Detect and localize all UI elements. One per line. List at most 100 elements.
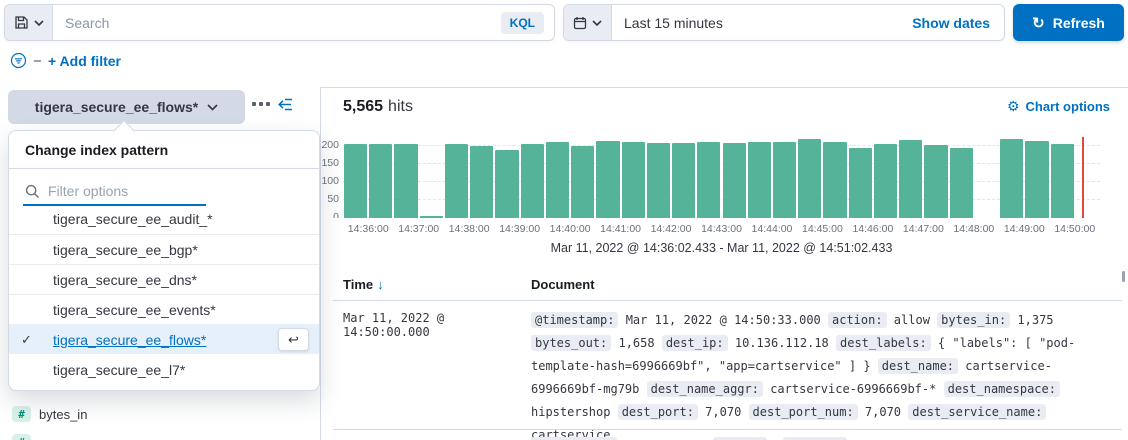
histogram-bar[interactable] — [546, 142, 569, 218]
chart-options-link[interactable]: ⚙ Chart options — [1007, 98, 1110, 115]
field-name-pill: bytes_in: — [937, 312, 1010, 328]
chart-y-axis: 050100150200 — [321, 139, 339, 218]
histogram-bar[interactable] — [899, 140, 922, 218]
x-tick-label: 14:39:00 — [499, 223, 540, 235]
x-tick-label: 14:36:00 — [348, 223, 389, 235]
hits-count: 5,565 — [343, 98, 383, 116]
y-tick-label: 200 — [321, 139, 339, 151]
histogram-plot — [343, 139, 1100, 218]
histogram-bar[interactable] — [394, 144, 417, 218]
histogram-bar[interactable] — [1051, 144, 1074, 218]
refresh-icon: ↻ — [1032, 14, 1045, 32]
field-name-pill: dest_ip: — [662, 335, 728, 351]
histogram-bar[interactable] — [823, 142, 846, 218]
x-tick-label: 14:44:00 — [752, 223, 793, 235]
x-tick-label: 14:47:00 — [903, 223, 944, 235]
chart-x-axis: 14:36:0014:37:0014:38:0014:39:0014:40:00… — [343, 223, 1100, 236]
query-bar: KQL Last 15 minutes Show dates ↻ Refresh — [4, 4, 1124, 41]
x-tick-label: 14:50:00 — [1054, 223, 1095, 235]
time-column-header[interactable]: Time ↓ — [343, 277, 531, 292]
index-pattern-label: tigera_secure_ee_flows* — [35, 99, 198, 115]
number-field-icon: # — [12, 406, 31, 422]
field-name-pill: dest_port: — [618, 404, 698, 420]
row-time: Mar 11, 2022 @ 14:50:00.000 — [343, 309, 531, 440]
index-pattern-option[interactable]: tigera_secure_ee_bgp* — [9, 234, 319, 264]
popover-search — [9, 169, 319, 206]
scrollbar[interactable] — [1122, 271, 1125, 282]
histogram-bar[interactable] — [924, 145, 947, 218]
histogram-bar[interactable] — [697, 142, 720, 218]
date-quick-menu-button[interactable] — [564, 5, 612, 40]
histogram-bar[interactable] — [521, 144, 544, 218]
sidebar-field-bytes-in[interactable]: # bytes_in — [12, 406, 87, 422]
header-divider — [333, 300, 1122, 301]
index-pattern-list: tigera_secure_ee_audit_* tigera_secure_ee… — [9, 204, 319, 384]
index-pattern-option[interactable]: tigera_secure_ee_events* — [9, 294, 319, 324]
histogram-bar[interactable] — [874, 144, 897, 218]
add-filter-link[interactable]: + Add filter — [48, 53, 121, 69]
time-range-value[interactable]: Last 15 minutes — [612, 15, 723, 31]
row-document: @timestamp: Mar 11, 2022 @ 14:50:33.000 … — [531, 309, 1116, 440]
filter-separator — [34, 60, 41, 62]
field-options-button[interactable] — [252, 102, 270, 106]
x-tick-label: 14:48:00 — [953, 223, 994, 235]
filter-icon[interactable] — [10, 52, 27, 69]
histogram-bar[interactable] — [647, 143, 670, 218]
show-dates-link[interactable]: Show dates — [912, 15, 1004, 31]
index-pattern-option[interactable]: tigera_secure_ee_dns* — [9, 264, 319, 294]
field-name-pill: dest_name: — [878, 358, 958, 374]
y-tick-label: 100 — [321, 175, 339, 187]
histogram-bar[interactable] — [445, 144, 468, 218]
results-panel: 5,565 hits ⚙ Chart options 050100150200 … — [320, 87, 1128, 440]
kql-badge[interactable]: KQL — [501, 12, 544, 34]
histogram-bar[interactable] — [773, 142, 796, 218]
histogram-bar[interactable] — [622, 142, 645, 218]
current-time-marker — [1082, 137, 1084, 218]
field-name-pill: dest_labels: — [836, 335, 931, 351]
filter-options-input[interactable] — [48, 183, 303, 199]
x-tick-label: 14:40:00 — [550, 223, 591, 235]
y-tick-label: 50 — [327, 193, 339, 205]
histogram-bar[interactable] — [723, 143, 746, 218]
check-icon: ✓ — [21, 332, 53, 348]
index-option-label: tigera_secure_ee_bgp* — [53, 242, 198, 258]
histogram-bar[interactable] — [596, 141, 619, 218]
histogram-bar[interactable] — [672, 143, 695, 218]
histogram-bar[interactable] — [849, 148, 872, 218]
index-option-label: tigera_secure_ee_dns* — [53, 272, 197, 288]
search-input[interactable] — [53, 15, 501, 31]
histogram-bar[interactable] — [571, 146, 594, 218]
field-name-pill: dest_name_aggr: — [647, 381, 763, 397]
x-tick-label: 14:45:00 — [802, 223, 843, 235]
popover-title: Change index pattern — [9, 131, 319, 169]
histogram-bar[interactable] — [470, 146, 493, 218]
histogram-bar[interactable] — [748, 142, 771, 218]
return-key-icon: ↩ — [278, 328, 309, 351]
x-tick-label: 14:43:00 — [701, 223, 742, 235]
index-pattern-button[interactable]: tigera_secure_ee_flows* — [8, 90, 245, 124]
index-pattern-option[interactable]: tigera_secure_ee_l7* — [9, 354, 319, 384]
index-option-label: tigera_secure_ee_audit_* — [53, 211, 213, 227]
x-tick-label: 14:42:00 — [651, 223, 692, 235]
histogram-bar[interactable] — [798, 139, 821, 218]
histogram-bar[interactable] — [369, 144, 392, 218]
chevron-down-icon — [207, 104, 218, 111]
focus-underline — [23, 204, 206, 206]
histogram-bar[interactable] — [420, 216, 443, 218]
collapse-sidebar-icon[interactable] — [277, 98, 293, 111]
index-option-label: tigera_secure_ee_l7* — [53, 362, 185, 378]
histogram-bar[interactable] — [1025, 141, 1048, 218]
hits-label: hits — [388, 98, 413, 116]
calendar-icon — [573, 16, 587, 30]
index-pattern-option[interactable]: tigera_secure_ee_audit_* — [9, 204, 319, 234]
chevron-down-icon — [34, 20, 44, 26]
histogram-bar[interactable] — [495, 150, 518, 218]
refresh-button[interactable]: ↻ Refresh — [1013, 4, 1124, 41]
saved-query-menu-button[interactable] — [5, 5, 53, 40]
field-name: bytes_in — [39, 407, 87, 422]
histogram-bar[interactable] — [1000, 139, 1023, 218]
sidebar-field[interactable]: # — [12, 434, 39, 440]
histogram-bar[interactable] — [344, 144, 367, 218]
histogram-bar[interactable] — [950, 148, 973, 218]
index-pattern-option[interactable]: ✓tigera_secure_ee_flows*↩ — [9, 324, 319, 354]
